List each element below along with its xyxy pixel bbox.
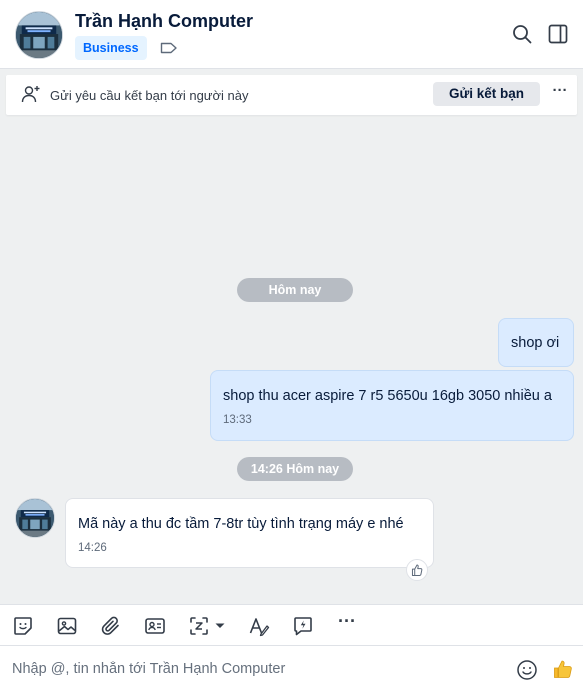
date-divider: 14:26 Hôm nay bbox=[237, 457, 353, 481]
thumbs-up-icon[interactable] bbox=[552, 658, 574, 680]
toolbar-more-button[interactable]: ··· bbox=[336, 612, 358, 637]
send-friend-request-button[interactable]: Gửi kết bạn bbox=[433, 82, 540, 106]
outgoing-message[interactable]: shop thu acer aspire 7 r5 5650u 16gb 305… bbox=[210, 370, 574, 441]
chat-header: Trần Hạnh Computer Business bbox=[0, 0, 583, 69]
sticker-icon[interactable] bbox=[11, 614, 35, 638]
contact-avatar[interactable] bbox=[15, 11, 63, 59]
avatar-image bbox=[16, 499, 54, 537]
message-text: shop thu acer aspire 7 r5 5650u 16gb 305… bbox=[223, 388, 552, 404]
composer-toolbar: ··· bbox=[0, 604, 583, 646]
message-text: shop ơi bbox=[511, 335, 560, 351]
incoming-message[interactable]: Mã này a thu đc tầm 7-8tr tùy tình trạng… bbox=[65, 498, 434, 568]
react-like-icon[interactable] bbox=[406, 559, 428, 581]
label-tag-icon[interactable] bbox=[160, 41, 178, 55]
text-format-icon[interactable] bbox=[247, 614, 271, 638]
friend-bar-more-button[interactable]: ··· bbox=[551, 81, 569, 105]
sender-avatar[interactable] bbox=[15, 498, 55, 538]
quick-message-icon[interactable] bbox=[291, 614, 315, 638]
image-icon[interactable] bbox=[55, 614, 79, 638]
sidebar-toggle-icon[interactable] bbox=[546, 22, 570, 46]
message-text: Mã này a thu đc tầm 7-8tr tùy tình trạng… bbox=[78, 516, 404, 532]
message-composer bbox=[0, 646, 583, 691]
attachment-icon[interactable] bbox=[99, 614, 123, 638]
add-friend-icon bbox=[21, 86, 40, 103]
contact-card-icon[interactable] bbox=[143, 614, 167, 638]
friend-request-text: Gửi yêu cầu kết bạn tới người này bbox=[50, 88, 249, 103]
screenshot-icon[interactable] bbox=[187, 614, 211, 638]
friend-request-bar: Gửi yêu cầu kết bạn tới người này Gửi kế… bbox=[6, 75, 577, 115]
business-badge: Business bbox=[75, 36, 147, 60]
emoji-icon[interactable] bbox=[516, 659, 538, 681]
outgoing-message[interactable]: shop ơi bbox=[498, 318, 574, 367]
message-time: 13:33 bbox=[223, 414, 252, 426]
message-input[interactable] bbox=[12, 656, 502, 682]
avatar-image bbox=[16, 12, 62, 58]
page-title: Trần Hạnh Computer bbox=[75, 11, 254, 31]
message-time: 14:26 bbox=[78, 542, 107, 554]
chevron-down-icon[interactable] bbox=[212, 614, 228, 638]
search-icon[interactable] bbox=[510, 22, 534, 46]
date-divider: Hôm nay bbox=[237, 278, 353, 302]
